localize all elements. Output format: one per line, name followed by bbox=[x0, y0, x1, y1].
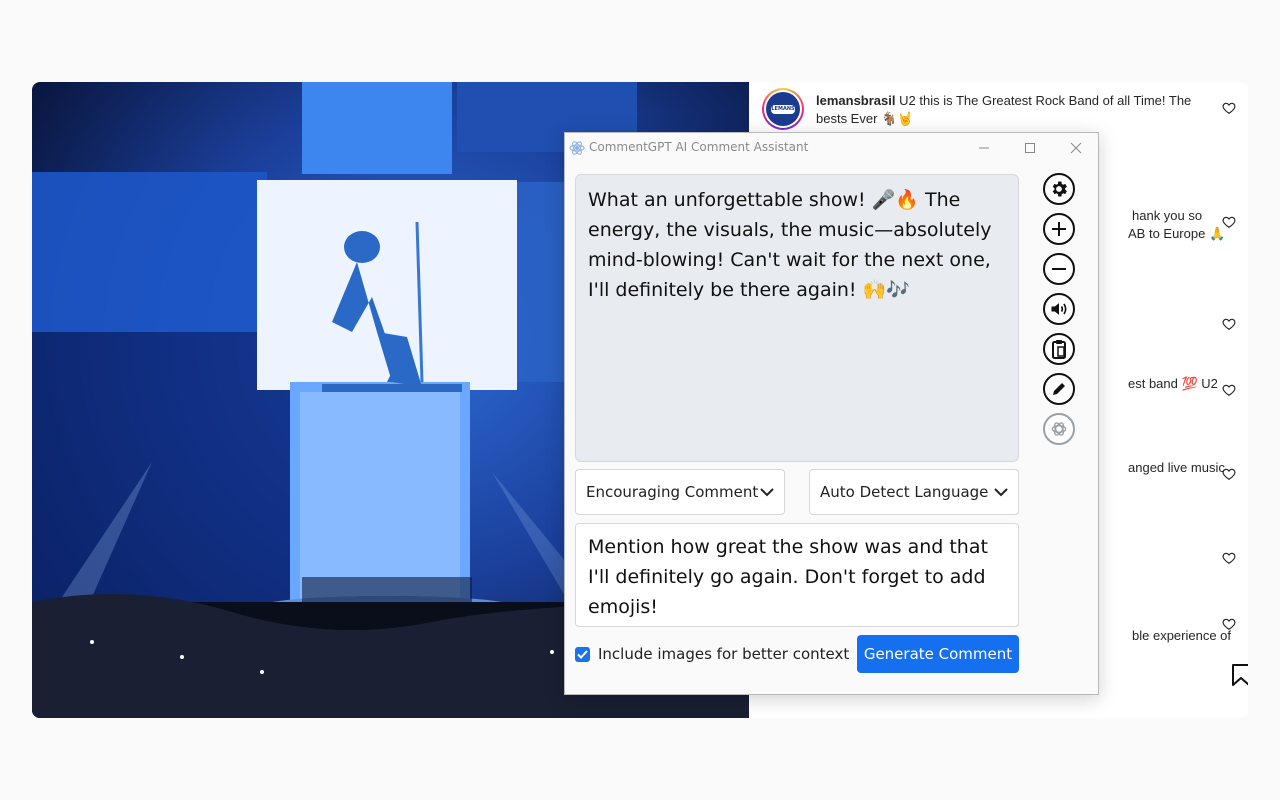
minimize-icon bbox=[979, 147, 989, 149]
zoom-in-button[interactable] bbox=[1043, 213, 1075, 245]
plus-icon bbox=[1052, 222, 1066, 236]
generate-comment-button[interactable]: Generate Comment bbox=[857, 635, 1019, 673]
zoom-out-button[interactable] bbox=[1043, 253, 1075, 285]
maximize-button[interactable] bbox=[1007, 133, 1053, 163]
comment-fragment: AB to Europe 🙏 bbox=[1128, 226, 1226, 241]
avatar[interactable]: LEMANS bbox=[762, 88, 804, 130]
chevron-down-icon bbox=[760, 487, 774, 496]
minus-icon bbox=[1052, 268, 1066, 270]
prompt-input[interactable]: Mention how great the show was and that … bbox=[575, 523, 1019, 627]
maximize-icon bbox=[1025, 143, 1035, 153]
app-logo-icon bbox=[569, 141, 585, 155]
openai-button[interactable] bbox=[1043, 413, 1075, 445]
settings-button[interactable] bbox=[1043, 173, 1075, 205]
heart-icon[interactable] bbox=[1222, 317, 1236, 331]
comment-assistant-window: CommentGPT AI Comment Assistant What an … bbox=[564, 132, 1099, 695]
comment-text: lemansbrasil U2 this is The Greatest Roc… bbox=[816, 92, 1216, 128]
heart-icon[interactable] bbox=[1222, 383, 1236, 397]
language-select[interactable]: Auto Detect Language bbox=[809, 469, 1019, 515]
language-select-value: Auto Detect Language bbox=[820, 483, 989, 501]
title-bar[interactable]: CommentGPT AI Comment Assistant bbox=[565, 133, 1098, 163]
comment-fragment: est band 💯 U2 bbox=[1128, 376, 1218, 391]
comment-fragment: ble experience of bbox=[1132, 628, 1232, 643]
checkmark-icon bbox=[577, 649, 588, 659]
bookmark-icon[interactable] bbox=[1231, 664, 1248, 686]
paste-button[interactable] bbox=[1043, 333, 1075, 365]
comment-username[interactable]: lemansbrasil bbox=[816, 93, 896, 108]
include-images-option[interactable]: Include images for better context bbox=[575, 645, 849, 663]
read-aloud-button[interactable] bbox=[1043, 293, 1075, 325]
heart-icon[interactable] bbox=[1222, 551, 1236, 565]
clipboard-icon bbox=[1052, 340, 1066, 359]
include-images-checkbox[interactable] bbox=[575, 646, 590, 662]
avatar-logo-text: LEMANS bbox=[771, 104, 795, 114]
heart-icon[interactable] bbox=[1222, 101, 1236, 115]
openai-icon bbox=[1051, 422, 1067, 436]
generated-comment-output[interactable]: What an unforgettable show! 🎤🔥 The energ… bbox=[575, 174, 1019, 462]
speaker-icon bbox=[1051, 303, 1067, 315]
window-title: CommentGPT AI Comment Assistant bbox=[589, 140, 809, 154]
include-images-label: Include images for better context bbox=[598, 645, 850, 663]
pencil-icon bbox=[1053, 383, 1065, 395]
tone-select[interactable]: Encouraging Comment bbox=[575, 469, 785, 515]
close-button[interactable] bbox=[1053, 133, 1099, 163]
comment-fragment: anged live music bbox=[1128, 460, 1225, 475]
chevron-down-icon bbox=[994, 487, 1008, 496]
minimize-button[interactable] bbox=[961, 133, 1007, 163]
tone-select-value: Encouraging Comment bbox=[586, 483, 759, 501]
comment-fragment: hank you so bbox=[1132, 208, 1203, 223]
gear-icon bbox=[1052, 181, 1067, 197]
close-icon bbox=[1070, 142, 1082, 154]
edit-button[interactable] bbox=[1043, 373, 1075, 405]
